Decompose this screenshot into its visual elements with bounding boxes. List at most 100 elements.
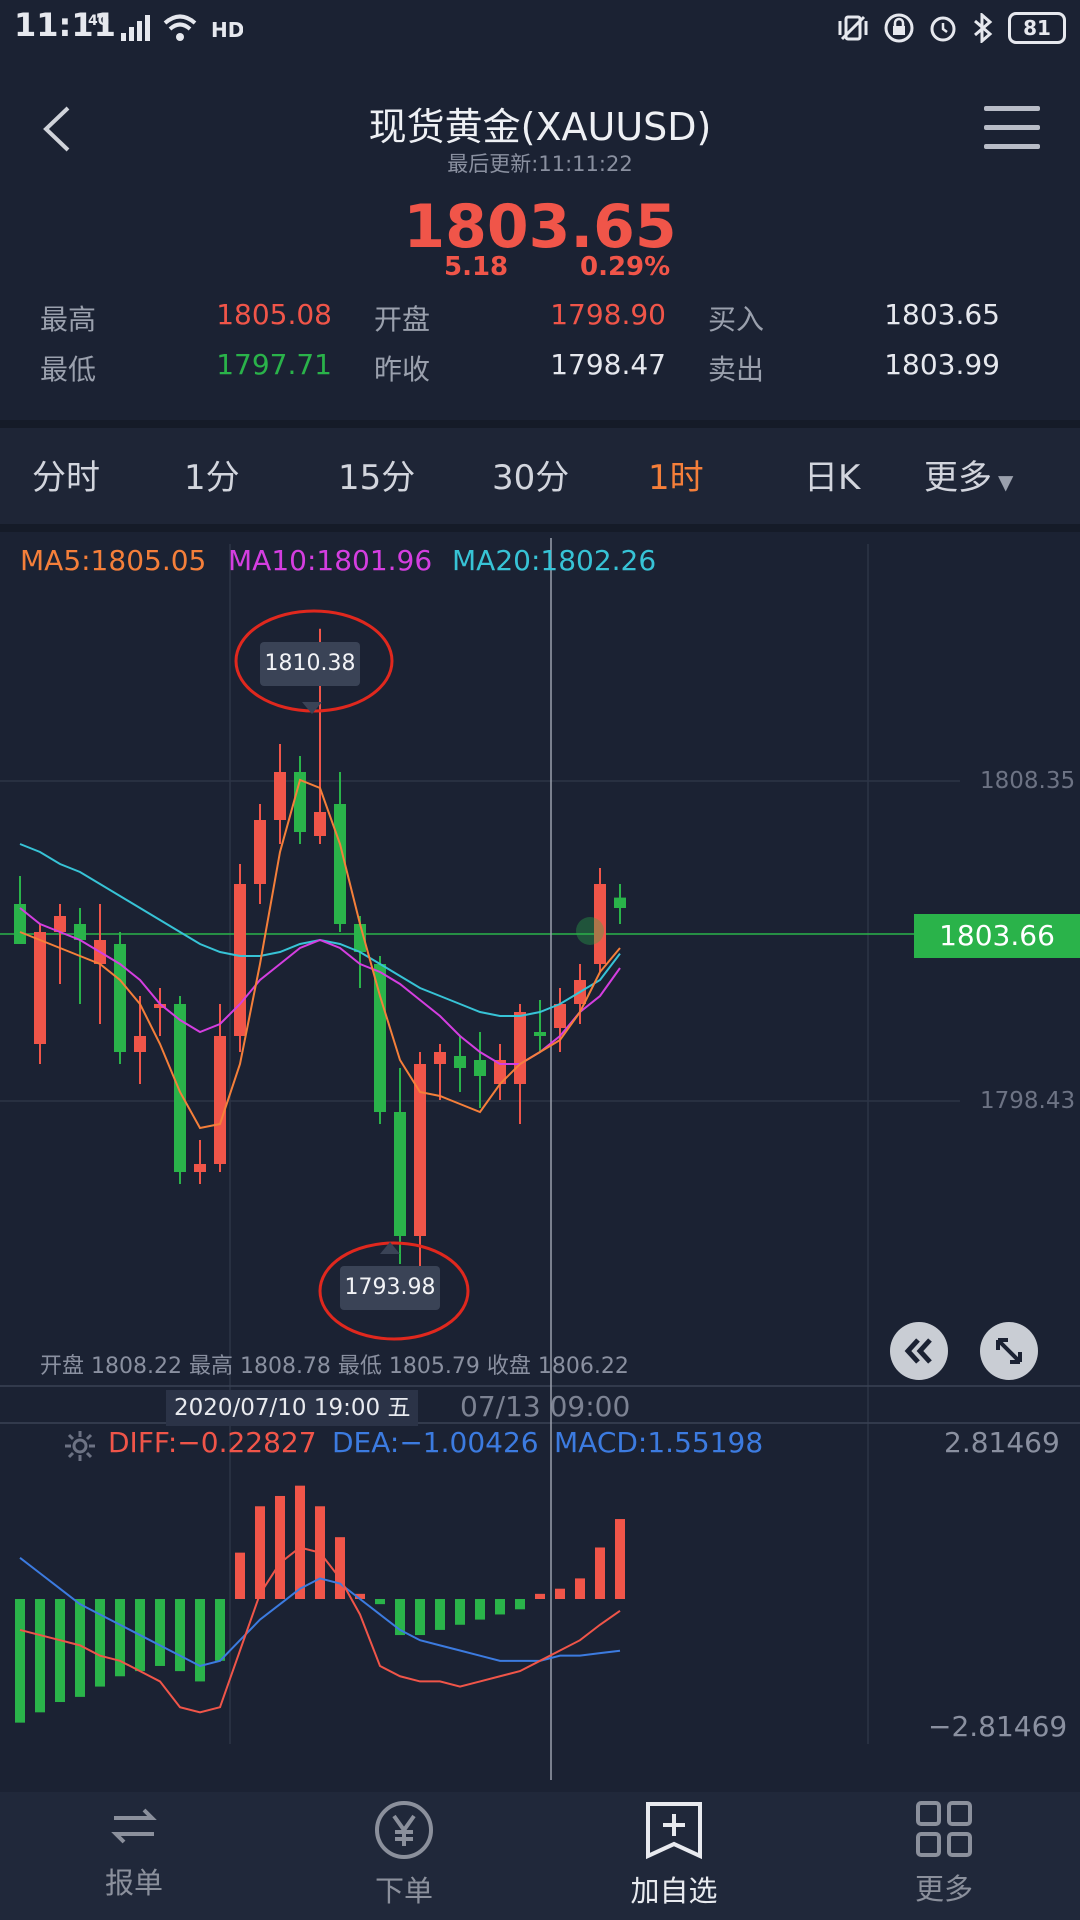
y-axis-bottom-label: 1798.43 (980, 1088, 1076, 1114)
candle-body (194, 1164, 206, 1172)
ma5-label: MA5:1805.05 (20, 544, 207, 577)
candle-body (454, 1056, 466, 1068)
macd-bar (435, 1599, 445, 1630)
page-title: 现货黄金(XAUUSD) (368, 105, 712, 149)
high-label: 最高 (40, 303, 97, 336)
candle-body (534, 1032, 546, 1036)
candle-body (314, 812, 326, 836)
candle-body (134, 1036, 146, 1052)
candle-body (554, 1004, 566, 1028)
add-favorite-icon (646, 1802, 702, 1860)
tab-1min[interactable]: 1分 (184, 450, 240, 499)
crosshair-date: 2020/07/10 19:00 五 (166, 1390, 419, 1426)
candle-body (254, 820, 266, 884)
candle-body (174, 1004, 186, 1172)
macd-bar (255, 1506, 265, 1599)
prev-close-value: 1798.47 (550, 348, 666, 381)
nav-orders[interactable]: 报单 (74, 1800, 194, 1902)
tab-more[interactable]: 更多 ▼ (924, 450, 1013, 499)
min-price-callout: 1793.98 (340, 1266, 440, 1310)
candle-body (614, 897, 626, 908)
macd-bar (595, 1547, 605, 1599)
current-price-tag: 1803.66 (914, 914, 1080, 958)
buy-label: 买入 (708, 303, 765, 336)
yen-icon (375, 1801, 433, 1859)
macd-bar (615, 1519, 625, 1599)
macd-bar (15, 1599, 25, 1723)
nav-add-favorite[interactable]: 加自选 (614, 1800, 734, 1910)
macd-bar (115, 1599, 125, 1677)
open-label: 开盘 (374, 303, 431, 336)
sell-label: 卖出 (708, 353, 765, 386)
macd-bar (375, 1599, 385, 1605)
tab-daily[interactable]: 日K (804, 450, 860, 499)
macd-bar (175, 1599, 185, 1672)
macd-axis-bottom: −2.81469 (928, 1710, 1068, 1743)
low-value: 1797.71 (216, 348, 332, 381)
nav-add-favorite-label: 加自选 (630, 1874, 718, 1908)
macd-bar (275, 1495, 285, 1599)
nav-more[interactable]: 更多 (884, 1800, 1004, 1908)
scroll-back-button[interactable] (890, 1322, 948, 1380)
macd-bar (575, 1578, 585, 1599)
macd-bar (475, 1599, 485, 1620)
nav-more-label: 更多 (914, 1872, 973, 1906)
menu-icon[interactable] (984, 106, 1040, 156)
candle-body (434, 1052, 446, 1064)
ma20-label: MA20:1802.26 (452, 544, 657, 577)
bottom-navigation: 报单 下单 加自选 更多 (0, 1792, 1080, 1920)
double-chevron-left-icon (904, 1338, 932, 1364)
candles-layer (14, 628, 626, 1285)
ma20-line (19, 843, 621, 1017)
current-price: 1803.65 (403, 192, 677, 262)
dropdown-triangle-icon: ▼ (998, 470, 1014, 494)
tab-timeshare[interactable]: 分时 (32, 450, 100, 499)
dea-label: DEA:−1.00426 (332, 1426, 539, 1459)
open-value: 1798.90 (550, 298, 666, 331)
fullscreen-button[interactable] (980, 1322, 1038, 1380)
macd-bar (415, 1599, 425, 1636)
ohlc-readout: 开盘 1808.22 最高 1808.78 最低 1805.79 收盘 1806… (40, 1354, 629, 1379)
price-change-pct: 0.29% (580, 252, 671, 282)
candle-body (394, 1112, 406, 1236)
buy-value: 1803.65 (884, 298, 1000, 331)
tab-30min[interactable]: 30分 (492, 450, 569, 499)
nav-place-order[interactable]: 下单 (344, 1800, 464, 1910)
candle-body (14, 904, 26, 944)
candle-body (474, 1060, 486, 1076)
candle-body (234, 884, 246, 1036)
period-tabs: 分时 1分 15分 30分 1时 日K 更多 ▼ (0, 420, 1080, 532)
high-value: 1805.08 (216, 298, 332, 331)
swap-icon (111, 1808, 157, 1844)
candle-body (274, 772, 286, 820)
macd-bar (455, 1599, 465, 1625)
candle-body (374, 964, 386, 1112)
max-price-callout: 1810.38 (260, 642, 360, 686)
grid-icon (916, 1801, 972, 1857)
macd-bar (335, 1537, 345, 1599)
settings-gear-icon[interactable] (62, 1428, 98, 1464)
nav-place-order-label: 下单 (374, 1874, 433, 1908)
ma10-line (19, 907, 621, 1065)
macd-label: MACD:1.55198 (554, 1426, 764, 1459)
macd-bar (235, 1552, 245, 1599)
y-axis-top-label: 1808.35 (980, 768, 1076, 794)
last-updated: 最后更新:11:11:22 (447, 152, 633, 176)
tab-1hour[interactable]: 1时 (648, 450, 704, 499)
kline-chart[interactable]: MA5:1805.05 MA10:1801.96 MA20:1802.26 18… (0, 524, 1080, 1780)
macd-bar (155, 1599, 165, 1666)
tab-15min[interactable]: 15分 (338, 450, 415, 499)
prev-close-label: 昨收 (374, 353, 431, 386)
price-change: 5.18 (444, 252, 509, 282)
macd-bar (215, 1599, 225, 1661)
macd-axis-top: 2.81469 (944, 1426, 1060, 1459)
candle-body (114, 944, 126, 1052)
expand-icon (996, 1338, 1022, 1364)
sell-value: 1803.99 (884, 348, 1000, 381)
macd-bar (555, 1588, 565, 1599)
candle-body (214, 1036, 226, 1164)
candle-body (34, 932, 46, 1044)
diff-label: DIFF:−0.22827 (108, 1426, 317, 1459)
x-axis-date-label: 07/13 09:00 (460, 1390, 631, 1423)
ma10-label: MA10:1801.96 (228, 544, 433, 577)
